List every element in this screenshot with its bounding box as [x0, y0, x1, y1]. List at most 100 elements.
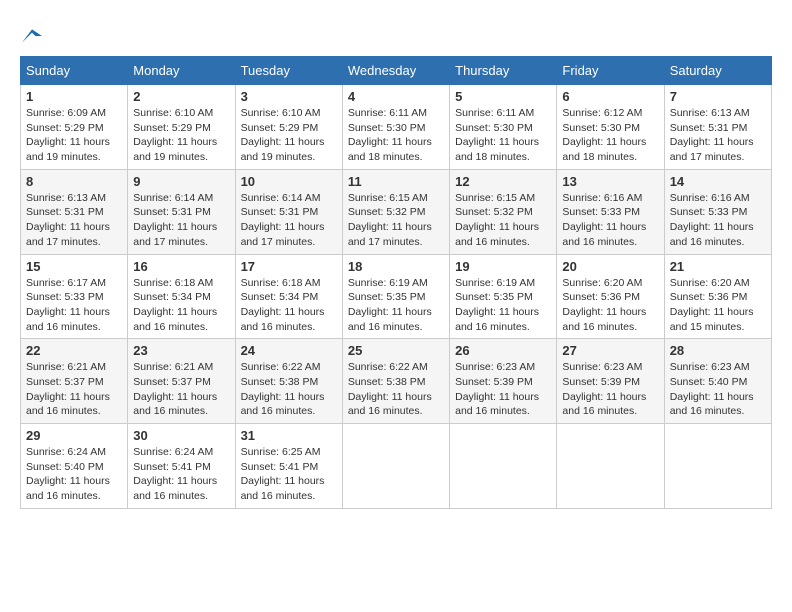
day-info: Sunrise: 6:21 AMSunset: 5:37 PMDaylight:… — [26, 360, 122, 419]
day-number: 9 — [133, 174, 229, 189]
day-number: 16 — [133, 259, 229, 274]
calendar-cell: 1 Sunrise: 6:09 AMSunset: 5:29 PMDaylight… — [21, 85, 128, 170]
calendar-cell: 9 Sunrise: 6:14 AMSunset: 5:31 PMDaylight… — [128, 169, 235, 254]
day-of-week-header: Monday — [128, 57, 235, 85]
day-of-week-header: Sunday — [21, 57, 128, 85]
calendar-cell: 31 Sunrise: 6:25 AMSunset: 5:41 PMDayligh… — [235, 424, 342, 509]
calendar-cell: 18 Sunrise: 6:19 AMSunset: 5:35 PMDayligh… — [342, 254, 449, 339]
day-number: 11 — [348, 174, 444, 189]
calendar-cell: 20Sunrise: 6:20 AMSunset: 5:36 PMDayligh… — [557, 254, 664, 339]
calendar-cell: 19 Sunrise: 6:19 AMSunset: 5:35 PMDayligh… — [450, 254, 557, 339]
day-info: Sunrise: 6:15 AMSunset: 5:32 PMDaylight:… — [348, 191, 444, 250]
day-of-week-header: Friday — [557, 57, 664, 85]
day-number: 24 — [241, 343, 337, 358]
day-number: 2 — [133, 89, 229, 104]
calendar-cell: 24 Sunrise: 6:22 AMSunset: 5:38 PMDayligh… — [235, 339, 342, 424]
day-number: 29 — [26, 428, 122, 443]
day-info: Sunrise: 6:16 AMSunset: 5:33 PMDaylight:… — [670, 191, 766, 250]
day-info: Sunrise: 6:23 AMSunset: 5:39 PMDaylight:… — [455, 360, 551, 419]
calendar-cell: 30 Sunrise: 6:24 AMSunset: 5:41 PMDayligh… — [128, 424, 235, 509]
day-info: Sunrise: 6:17 AMSunset: 5:33 PMDaylight:… — [26, 276, 122, 335]
day-number: 21 — [670, 259, 766, 274]
logo — [20, 20, 42, 46]
day-number: 7 — [670, 89, 766, 104]
calendar-cell: 21 Sunrise: 6:20 AMSunset: 5:36 PMDayligh… — [664, 254, 771, 339]
calendar-cell: 13 Sunrise: 6:16 AMSunset: 5:33 PMDayligh… — [557, 169, 664, 254]
day-number: 26 — [455, 343, 551, 358]
calendar-cell: 3 Sunrise: 6:10 AMSunset: 5:29 PMDaylight… — [235, 85, 342, 170]
day-info: Sunrise: 6:19 AMSunset: 5:35 PMDaylight:… — [348, 276, 444, 335]
calendar-cell: 12 Sunrise: 6:15 AMSunset: 5:32 PMDayligh… — [450, 169, 557, 254]
day-number: 25 — [348, 343, 444, 358]
calendar-cell: 25 Sunrise: 6:22 AMSunset: 5:38 PMDayligh… — [342, 339, 449, 424]
day-number: 23 — [133, 343, 229, 358]
day-info: Sunrise: 6:22 AMSunset: 5:38 PMDaylight:… — [241, 360, 337, 419]
day-info: Sunrise: 6:19 AMSunset: 5:35 PMDaylight:… — [455, 276, 551, 335]
day-info: Sunrise: 6:10 AMSunset: 5:29 PMDaylight:… — [241, 106, 337, 165]
day-info: Sunrise: 6:24 AMSunset: 5:40 PMDaylight:… — [26, 445, 122, 504]
day-of-week-header: Thursday — [450, 57, 557, 85]
day-info: Sunrise: 6:24 AMSunset: 5:41 PMDaylight:… — [133, 445, 229, 504]
day-number: 18 — [348, 259, 444, 274]
day-number: 3 — [241, 89, 337, 104]
day-info: Sunrise: 6:18 AMSunset: 5:34 PMDaylight:… — [133, 276, 229, 335]
calendar-cell — [664, 424, 771, 509]
day-number: 31 — [241, 428, 337, 443]
calendar-cell: 22 Sunrise: 6:21 AMSunset: 5:37 PMDayligh… — [21, 339, 128, 424]
day-info: Sunrise: 6:16 AMSunset: 5:33 PMDaylight:… — [562, 191, 658, 250]
calendar-cell: 27 Sunrise: 6:23 AMSunset: 5:39 PMDayligh… — [557, 339, 664, 424]
day-number: 13 — [562, 174, 658, 189]
day-number: 12 — [455, 174, 551, 189]
day-number: 14 — [670, 174, 766, 189]
calendar-cell: 4 Sunrise: 6:11 AMSunset: 5:30 PMDaylight… — [342, 85, 449, 170]
day-number: 10 — [241, 174, 337, 189]
day-info: Sunrise: 6:09 AMSunset: 5:29 PMDaylight:… — [26, 106, 122, 165]
day-info: Sunrise: 6:11 AMSunset: 5:30 PMDaylight:… — [455, 106, 551, 165]
calendar-cell: 23 Sunrise: 6:21 AMSunset: 5:37 PMDayligh… — [128, 339, 235, 424]
day-info: Sunrise: 6:11 AMSunset: 5:30 PMDaylight:… — [348, 106, 444, 165]
calendar-cell: 14 Sunrise: 6:16 AMSunset: 5:33 PMDayligh… — [664, 169, 771, 254]
calendar-cell: 7 Sunrise: 6:13 AMSunset: 5:31 PMDaylight… — [664, 85, 771, 170]
day-number: 6 — [562, 89, 658, 104]
calendar-cell: 2 Sunrise: 6:10 AMSunset: 5:29 PMDaylight… — [128, 85, 235, 170]
day-info: Sunrise: 6:14 AMSunset: 5:31 PMDaylight:… — [133, 191, 229, 250]
calendar-cell: 10 Sunrise: 6:14 AMSunset: 5:31 PMDayligh… — [235, 169, 342, 254]
calendar-cell — [342, 424, 449, 509]
day-info: Sunrise: 6:12 AMSunset: 5:30 PMDaylight:… — [562, 106, 658, 165]
day-number: 28 — [670, 343, 766, 358]
day-number: 1 — [26, 89, 122, 104]
day-number: 22 — [26, 343, 122, 358]
calendar-cell — [557, 424, 664, 509]
day-number: 8 — [26, 174, 122, 189]
calendar-cell: 8Sunrise: 6:13 AMSunset: 5:31 PMDaylight… — [21, 169, 128, 254]
day-info: Sunrise: 6:10 AMSunset: 5:29 PMDaylight:… — [133, 106, 229, 165]
calendar-cell: 17Sunrise: 6:18 AMSunset: 5:34 PMDayligh… — [235, 254, 342, 339]
day-number: 30 — [133, 428, 229, 443]
day-number: 4 — [348, 89, 444, 104]
calendar-cell: 26 Sunrise: 6:23 AMSunset: 5:39 PMDayligh… — [450, 339, 557, 424]
day-number: 17 — [241, 259, 337, 274]
day-info: Sunrise: 6:14 AMSunset: 5:31 PMDaylight:… — [241, 191, 337, 250]
day-of-week-header: Tuesday — [235, 57, 342, 85]
day-info: Sunrise: 6:22 AMSunset: 5:38 PMDaylight:… — [348, 360, 444, 419]
day-number: 19 — [455, 259, 551, 274]
day-number: 5 — [455, 89, 551, 104]
calendar-cell: 28 Sunrise: 6:23 AMSunset: 5:40 PMDayligh… — [664, 339, 771, 424]
calendar-cell: 11 Sunrise: 6:15 AMSunset: 5:32 PMDayligh… — [342, 169, 449, 254]
day-number: 15 — [26, 259, 122, 274]
day-info: Sunrise: 6:20 AMSunset: 5:36 PMDaylight:… — [670, 276, 766, 335]
day-info: Sunrise: 6:25 AMSunset: 5:41 PMDaylight:… — [241, 445, 337, 504]
page-header — [20, 20, 772, 46]
day-info: Sunrise: 6:15 AMSunset: 5:32 PMDaylight:… — [455, 191, 551, 250]
day-info: Sunrise: 6:23 AMSunset: 5:39 PMDaylight:… — [562, 360, 658, 419]
day-number: 20 — [562, 259, 658, 274]
day-info: Sunrise: 6:13 AMSunset: 5:31 PMDaylight:… — [670, 106, 766, 165]
calendar-cell — [450, 424, 557, 509]
day-number: 27 — [562, 343, 658, 358]
day-info: Sunrise: 6:23 AMSunset: 5:40 PMDaylight:… — [670, 360, 766, 419]
day-of-week-header: Saturday — [664, 57, 771, 85]
calendar-cell: 16 Sunrise: 6:18 AMSunset: 5:34 PMDayligh… — [128, 254, 235, 339]
day-info: Sunrise: 6:21 AMSunset: 5:37 PMDaylight:… — [133, 360, 229, 419]
calendar-cell: 5 Sunrise: 6:11 AMSunset: 5:30 PMDaylight… — [450, 85, 557, 170]
calendar-cell: 29 Sunrise: 6:24 AMSunset: 5:40 PMDayligh… — [21, 424, 128, 509]
